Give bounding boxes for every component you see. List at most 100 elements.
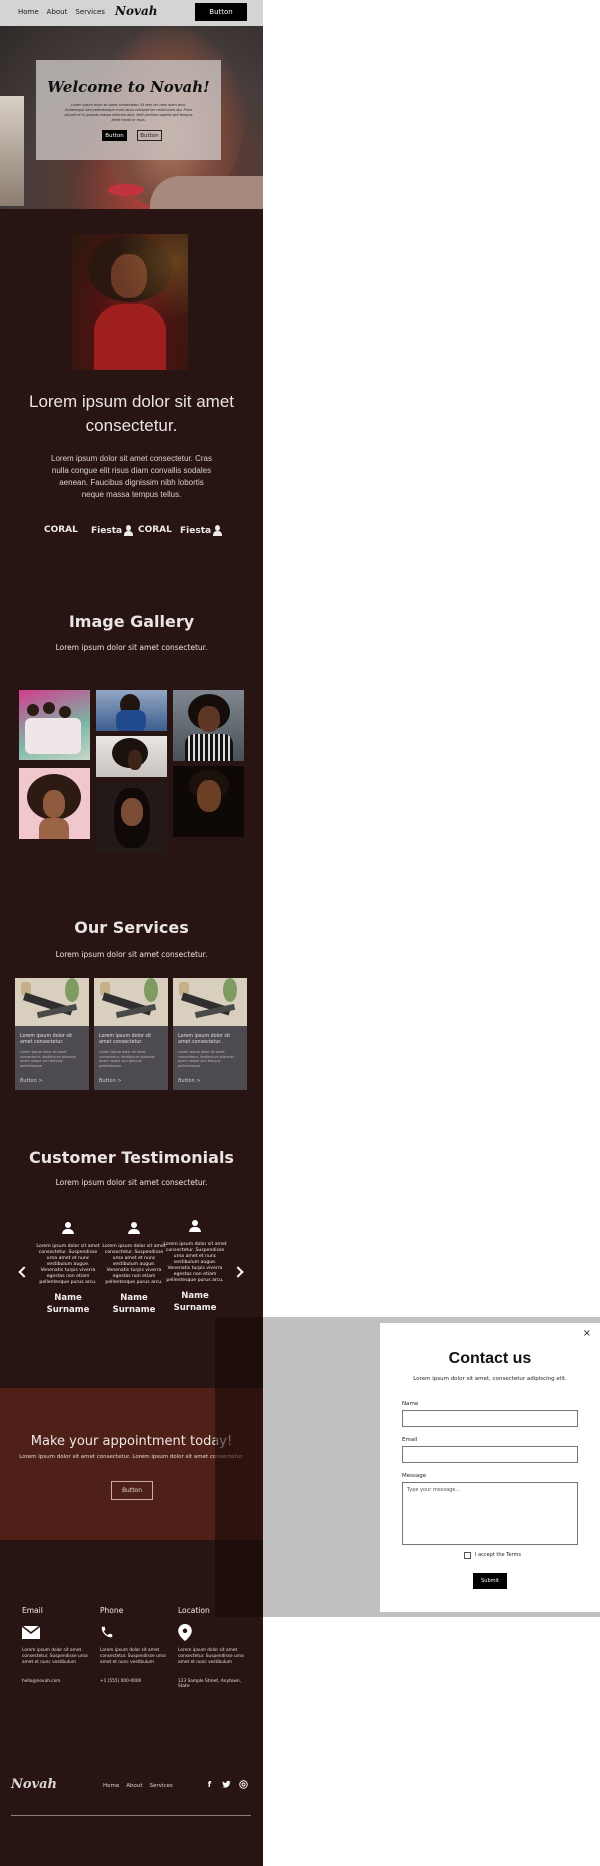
gallery-figure xyxy=(116,710,146,731)
contact-email: Email Lorem ipsum dolor sit amet consect… xyxy=(21,1606,96,1684)
testimonial-name: Name Surname xyxy=(173,1291,217,1313)
gallery-figure xyxy=(39,818,69,839)
service-card-title: Lorem ipsum dolor sit amet consectetur. xyxy=(178,1034,231,1045)
nav-logo[interactable]: Novah xyxy=(115,4,157,18)
service-image xyxy=(94,978,168,1026)
chevron-left-icon[interactable] xyxy=(18,1266,30,1278)
contact-phone: Phone Lorem ipsum dolor sit amet consect… xyxy=(100,1606,174,1684)
footer-logo[interactable]: Novah xyxy=(11,1777,57,1792)
gallery-image[interactable] xyxy=(19,768,90,839)
nav-link-home[interactable]: Home xyxy=(18,8,39,16)
facebook-icon[interactable]: f xyxy=(205,1780,214,1789)
navbar: Home About Services Novah Button xyxy=(0,0,263,26)
modal-backdrop-shadow xyxy=(215,1317,263,1617)
logo-fiesta: Fiesta xyxy=(180,525,223,536)
gallery-figure xyxy=(25,718,81,754)
logo-coral: CORAL xyxy=(44,525,78,535)
gallery-image[interactable] xyxy=(173,690,244,761)
phone-icon xyxy=(100,1624,174,1640)
modal-subtitle: Lorem ipsum dolor sit amet, consectetur … xyxy=(413,1376,567,1382)
gallery-figure xyxy=(59,706,71,718)
user-icon xyxy=(128,1222,140,1234)
service-image-detail xyxy=(223,978,237,1002)
gallery-image[interactable] xyxy=(173,766,244,837)
nav-link-about[interactable]: About xyxy=(47,8,68,16)
testimonials-subtitle: Lorem ipsum dolor sit amet consectetur. xyxy=(55,1178,208,1187)
contact-phone-label: Phone xyxy=(100,1606,124,1615)
gallery-figure xyxy=(27,704,39,716)
testimonial-item: Lorem ipsum dolor sit amet consectetur. … xyxy=(163,1220,227,1314)
service-card: Lorem ipsum dolor sit amet consectetur. … xyxy=(173,978,247,1090)
message-field[interactable] xyxy=(402,1482,578,1545)
hero-title: Welcome to Novah! xyxy=(47,78,210,96)
footer-link-about[interactable]: About xyxy=(126,1783,142,1789)
testimonials-title: Customer Testimonials xyxy=(29,1148,234,1167)
service-card: Lorem ipsum dolor sit amet consectetur. … xyxy=(94,978,168,1090)
nav-link-services[interactable]: Services xyxy=(75,8,105,16)
hero-primary-button[interactable]: Button xyxy=(102,130,127,141)
service-image-detail xyxy=(65,978,79,1002)
testimonial-item: Lorem ipsum dolor sit amet consectetur. … xyxy=(102,1222,166,1316)
contact-location-value: 123 Sample Street, Anytown, State xyxy=(178,1679,241,1690)
location-pin-icon xyxy=(178,1624,252,1641)
user-icon xyxy=(62,1222,74,1234)
chevron-right-icon[interactable] xyxy=(232,1266,244,1278)
services-subtitle: Lorem ipsum dolor sit amet consectetur. xyxy=(55,950,208,959)
contact-email-value[interactable]: hello@novah.com xyxy=(22,1679,96,1684)
service-card-link[interactable]: Button > xyxy=(178,1078,201,1084)
submit-button[interactable]: Submit xyxy=(473,1573,507,1589)
service-image xyxy=(173,978,247,1026)
gallery-subtitle: Lorem ipsum dolor sit amet consectetur. xyxy=(55,643,208,652)
contact-email-label: Email xyxy=(22,1606,43,1615)
service-card-title: Lorem ipsum dolor sit amet consectetur. xyxy=(99,1034,152,1045)
name-field[interactable] xyxy=(402,1410,578,1427)
nav-cta-button[interactable]: Button xyxy=(195,3,247,21)
logo-coral-text: CORAL xyxy=(44,525,78,535)
gallery-image[interactable] xyxy=(19,690,90,760)
service-image xyxy=(15,978,89,1026)
gallery-image[interactable] xyxy=(96,782,167,853)
email-field[interactable] xyxy=(402,1446,578,1463)
service-card-link[interactable]: Button > xyxy=(20,1078,43,1084)
hero-image-scarf xyxy=(150,176,263,209)
gallery-title: Image Gallery xyxy=(68,612,195,631)
service-card-title: Lorem ipsum dolor sit amet consectetur. xyxy=(20,1034,73,1045)
nav-links: Home About Services xyxy=(18,8,105,16)
close-icon[interactable]: × xyxy=(583,1328,591,1339)
gallery-image[interactable] xyxy=(96,690,167,731)
gallery-figure xyxy=(43,702,55,714)
footer-link-services[interactable]: Services xyxy=(150,1783,173,1789)
email-label: Email xyxy=(402,1437,418,1443)
gallery-figure xyxy=(198,706,220,732)
gallery-image[interactable] xyxy=(96,736,167,777)
gallery-figure xyxy=(185,734,233,761)
hero-image-detail xyxy=(0,96,24,206)
contact-modal: × Contact us Lorem ipsum dolor sit amet,… xyxy=(380,1323,600,1612)
portrait-glow xyxy=(72,234,188,370)
gallery-figure xyxy=(128,750,142,770)
service-card-link[interactable]: Button > xyxy=(99,1078,122,1084)
testimonial-text: Lorem ipsum dolor sit amet consectetur. … xyxy=(36,1244,100,1285)
hero-secondary-button[interactable]: Button xyxy=(137,130,162,141)
hero-card: Welcome to Novah! Lorem ipsum dolor sit … xyxy=(36,60,221,160)
bust-icon xyxy=(124,525,134,536)
about-title: Lorem ipsum dolor sit amet consectetur. xyxy=(28,392,235,435)
twitter-icon[interactable] xyxy=(222,1780,231,1789)
contact-location: Location Lorem ipsum dolor sit amet cons… xyxy=(178,1606,252,1689)
appointment-button[interactable]: Button xyxy=(111,1481,153,1500)
message-label: Message xyxy=(402,1473,427,1479)
envelope-icon xyxy=(21,1624,96,1640)
service-card-text: Lorem ipsum dolor sit amet consectetur. … xyxy=(178,1050,234,1068)
footer-link-home[interactable]: Home xyxy=(103,1783,119,1789)
about-text: Lorem ipsum dolor sit amet consectetur. … xyxy=(51,454,212,499)
instagram-icon[interactable] xyxy=(239,1780,248,1789)
modal-title: Contact us xyxy=(448,1350,532,1367)
footer-divider xyxy=(11,1815,251,1816)
hero-image-lips xyxy=(108,184,144,196)
contact-phone-value[interactable]: +1 (555) 000-0000 xyxy=(100,1679,174,1684)
logo-fiesta-text: Fiesta xyxy=(91,525,123,536)
terms-checkbox[interactable] xyxy=(464,1552,471,1559)
contact-location-text: Lorem ipsum dolor sit amet consectetur. … xyxy=(178,1648,244,1665)
service-card: Lorem ipsum dolor sit amet consectetur. … xyxy=(15,978,89,1090)
service-card-text: Lorem ipsum dolor sit amet consectetur. … xyxy=(20,1050,76,1068)
